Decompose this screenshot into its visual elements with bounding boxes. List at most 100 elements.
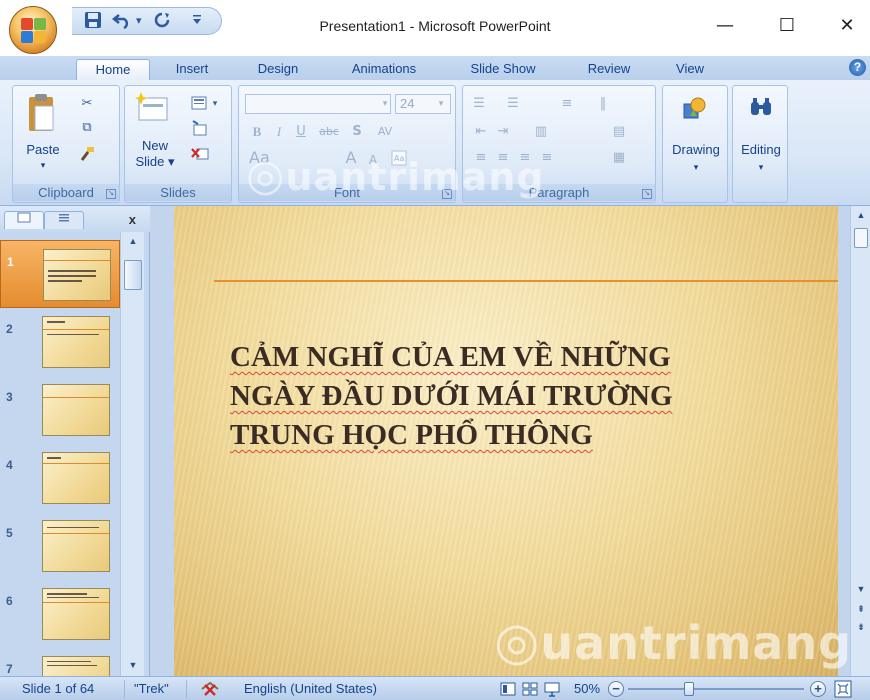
paragraph-launcher-icon[interactable]: ↘ — [642, 189, 652, 199]
fit-to-window-icon[interactable] — [834, 680, 852, 700]
clipboard-launcher-icon[interactable]: ↘ — [106, 189, 116, 199]
delete-slide-icon[interactable] — [191, 146, 209, 162]
slide-preview — [42, 452, 110, 504]
binoculars-icon — [749, 96, 773, 121]
slide-thumbnail-7[interactable]: 7 — [0, 648, 120, 676]
help-icon[interactable]: ? — [849, 59, 866, 76]
shadow-icon[interactable]: S — [349, 124, 365, 140]
slide-number: 7 — [6, 662, 13, 676]
tab-review[interactable]: Review — [576, 59, 642, 80]
decrease-indent-icon[interactable]: ⇤ — [473, 124, 489, 140]
maximize-button[interactable]: ☐ — [772, 12, 802, 40]
minimize-button[interactable]: — — [710, 12, 740, 40]
tab-home[interactable]: Home — [76, 59, 150, 80]
line-spacing-icon[interactable]: ≡ — [559, 96, 575, 112]
tab-view[interactable]: View — [664, 59, 716, 80]
slide-scroll-down-icon[interactable]: ▼ — [853, 582, 869, 596]
slide-scroll-thumb[interactable] — [854, 228, 868, 248]
slide-thumbnail-3[interactable]: 3 — [0, 376, 120, 444]
scroll-up-icon[interactable]: ▲ — [125, 234, 141, 248]
slide-thumbnail-2[interactable]: 2 — [0, 308, 120, 376]
columns-icon[interactable]: ▥ — [533, 124, 549, 140]
paste-button[interactable]: Paste — [17, 142, 69, 157]
bullets-icon[interactable]: ☰ — [471, 96, 487, 112]
editing-group[interactable]: Editing ▾ — [732, 85, 788, 203]
tab-insert[interactable]: Insert — [164, 59, 220, 80]
zoom-slider[interactable] — [628, 688, 804, 690]
italic-icon[interactable]: I — [271, 124, 287, 140]
slide-sorter-icon[interactable] — [522, 681, 538, 700]
slide-title[interactable]: CẢM NGHĨ CỦA EM VỀ NHỮNG NGÀY ĐẦU DƯỚI M… — [230, 338, 790, 455]
slide-editor: CẢM NGHĨ CỦA EM VỀ NHỮNG NGÀY ĐẦU DƯỚI M… — [150, 206, 850, 676]
zoom-in-icon[interactable]: + — [810, 681, 826, 697]
language-status[interactable]: English (United States) — [244, 681, 377, 697]
format-painter-icon[interactable] — [79, 146, 95, 162]
layout-icon[interactable] — [191, 96, 207, 112]
increase-indent-icon[interactable]: ⇥ — [495, 124, 511, 140]
thumbnails-scrollbar[interactable]: ▲ ▼ — [120, 232, 144, 676]
align-text-icon[interactable]: ▤ — [611, 124, 627, 140]
zoom-level[interactable]: 50% — [574, 681, 600, 697]
bold-icon[interactable]: B — [249, 124, 265, 140]
slide-number: 6 — [6, 594, 13, 608]
paste-icon[interactable] — [27, 92, 55, 137]
scroll-thumb[interactable] — [124, 260, 142, 290]
new-slide-button[interactable]: New — [131, 138, 179, 153]
scroll-down-icon[interactable]: ▼ — [125, 658, 141, 672]
next-slide-icon[interactable]: ⇟ — [853, 620, 869, 634]
text-direction-icon[interactable]: ‖ — [595, 96, 611, 112]
watermark-text: ◎uantrimang — [246, 150, 545, 201]
slide-preview — [42, 656, 110, 676]
cut-icon[interactable]: ✂ — [79, 96, 95, 112]
zoom-out-icon[interactable]: − — [608, 681, 624, 697]
slides-group: New Slide ▾ ▾ Slides — [124, 85, 232, 203]
numbering-icon[interactable]: ☰ — [505, 96, 521, 112]
zoom-slider-knob[interactable] — [684, 682, 694, 696]
tab-animations[interactable]: Animations — [336, 59, 432, 80]
font-name-field[interactable] — [245, 94, 391, 114]
slide-scroll-up-icon[interactable]: ▲ — [853, 208, 869, 222]
close-button[interactable]: ✕ — [832, 12, 862, 40]
tab-design[interactable]: Design — [248, 59, 308, 80]
slide-accent-line — [214, 280, 838, 282]
theme-name-status[interactable]: "Trek" — [134, 681, 169, 697]
slide-title-line: NGÀY ĐẦU DƯỚI MÁI TRƯỜNG — [230, 380, 673, 412]
status-bar: Slide 1 of 64 "Trek" English (United Sta… — [0, 676, 870, 700]
reset-slide-icon[interactable] — [191, 120, 207, 136]
title-bar: ▾ Presentation1 - Microsoft PowerPoint —… — [0, 0, 870, 56]
slide-thumbnail-4[interactable]: 4 — [0, 444, 120, 512]
tab-slide-show[interactable]: Slide Show — [456, 59, 550, 80]
slide-thumbnail-1[interactable]: 1 — [0, 240, 120, 308]
slide-canvas[interactable]: CẢM NGHĨ CỦA EM VỀ NHỮNG NGÀY ĐẦU DƯỚI M… — [174, 206, 838, 676]
strikethrough-icon[interactable]: abc — [317, 124, 341, 140]
copy-icon[interactable]: ⧉ — [79, 120, 95, 136]
smartart-icon[interactable]: ▦ — [611, 150, 627, 166]
slides-group-label: Slides — [125, 184, 231, 201]
slide-thumbnail-6[interactable]: 6 — [0, 580, 120, 648]
normal-view-icon[interactable] — [500, 681, 516, 700]
slide-show-icon[interactable] — [544, 681, 560, 700]
font-size-dropdown-icon[interactable]: ▾ — [433, 96, 449, 112]
spelling-check-icon[interactable] — [200, 679, 222, 700]
drawing-group[interactable]: Drawing ▾ — [662, 85, 728, 203]
character-spacing-icon[interactable]: AV — [373, 124, 397, 140]
slides-tab[interactable] — [4, 211, 44, 229]
previous-slide-icon[interactable]: ⇞ — [853, 602, 869, 616]
layout-dropdown-icon[interactable]: ▾ — [207, 96, 223, 112]
watermark-logo-icon: ◎ — [246, 150, 286, 201]
slide-number: 3 — [6, 390, 13, 404]
font-name-dropdown-icon[interactable]: ▾ — [377, 96, 393, 112]
new-slide-dropdown[interactable]: Slide ▾ — [131, 154, 179, 169]
slide-thumbnail-5[interactable]: 5 — [0, 512, 120, 580]
paste-dropdown-icon[interactable]: ▾ — [35, 158, 51, 173]
watermark-text: ◎uantrimang — [494, 612, 853, 672]
pane-close-button[interactable]: x — [129, 212, 136, 227]
status-divider — [186, 680, 187, 698]
underline-icon[interactable]: U — [293, 124, 309, 140]
slide-number: 5 — [6, 526, 13, 540]
new-slide-icon[interactable] — [135, 92, 169, 125]
outline-tab[interactable] — [44, 211, 84, 229]
slide-scrollbar[interactable]: ▲ ▼ ⇞ ⇟ — [850, 206, 870, 676]
slide-number: 4 — [6, 458, 13, 472]
slide-thumbnails: 1 2 3 4 5 6 7 — [0, 232, 120, 676]
